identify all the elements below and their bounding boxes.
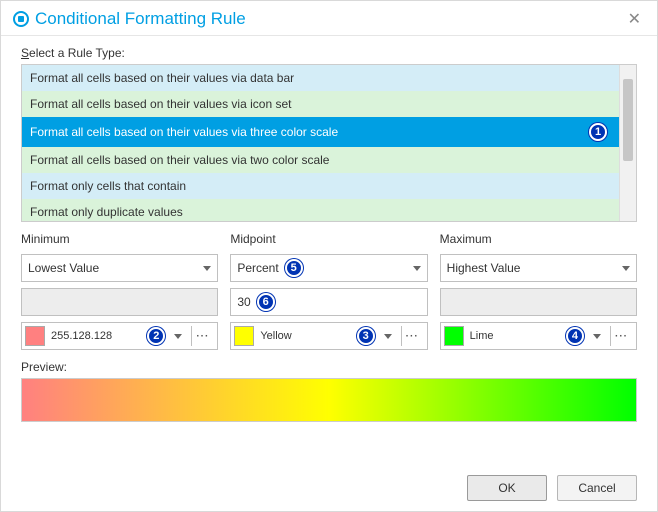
minimum-color-more[interactable]: ···: [191, 326, 213, 346]
rule-type-item[interactable]: Format only duplicate values: [22, 199, 619, 221]
callout-5: 5: [285, 259, 303, 277]
midpoint-color-more[interactable]: ···: [401, 326, 423, 346]
chevron-down-icon: [413, 266, 421, 271]
chevron-down-icon: [593, 334, 601, 339]
minimum-color-picker[interactable]: 255.128.128 2 ···: [21, 322, 218, 350]
ok-button[interactable]: OK: [467, 475, 547, 501]
rule-list-scrollbar[interactable]: [619, 65, 636, 221]
rule-type-list-container: Format all cells based on their values v…: [21, 64, 637, 222]
maximum-color-picker[interactable]: Lime 4 ···: [440, 322, 637, 350]
dialog-title: Conditional Formatting Rule: [35, 9, 624, 29]
preview-label: Preview:: [21, 360, 637, 374]
callout-3: 3: [357, 327, 375, 345]
rule-type-item-label: Format only duplicate values: [30, 205, 183, 219]
rule-type-item-label: Format all cells based on their values v…: [30, 97, 291, 111]
midpoint-color-name: Yellow: [260, 330, 350, 342]
maximum-color-swatch: [444, 326, 464, 346]
callout-4: 4: [566, 327, 584, 345]
dialog-footer: OK Cancel: [467, 475, 637, 501]
chevron-down-icon: [622, 266, 630, 271]
cancel-button[interactable]: Cancel: [557, 475, 637, 501]
rule-type-item[interactable]: Format all cells based on their values v…: [22, 147, 619, 173]
minimum-value-input: [21, 288, 218, 316]
minimum-type-combo[interactable]: Lowest Value: [21, 254, 218, 282]
scale-columns: Minimum Lowest Value 255.128.128 2 ··· M…: [21, 232, 637, 350]
midpoint-label: Midpoint: [230, 232, 427, 246]
rule-type-item[interactable]: Format all cells based on their values v…: [22, 117, 619, 147]
rule-type-label: Select a Rule Type:: [21, 46, 637, 60]
maximum-color-name: Lime: [470, 330, 560, 342]
rule-type-item-label: Format all cells based on their values v…: [30, 71, 294, 85]
rule-type-item[interactable]: Format all cells based on their values v…: [22, 65, 619, 91]
midpoint-type-value: Percent: [237, 261, 278, 275]
midpoint-value-text: 30: [237, 295, 250, 309]
midpoint-type-combo[interactable]: Percent 5: [230, 254, 427, 282]
maximum-label: Maximum: [440, 232, 637, 246]
rule-type-item-label: Format all cells based on their values v…: [30, 153, 329, 167]
minimum-type-value: Lowest Value: [28, 261, 99, 275]
midpoint-column: Midpoint Percent 5 30 6 Yellow 3 ···: [230, 232, 427, 350]
minimum-column: Minimum Lowest Value 255.128.128 2 ···: [21, 232, 218, 350]
midpoint-color-picker[interactable]: Yellow 3 ···: [230, 322, 427, 350]
dialog-body: Select a Rule Type: Format all cells bas…: [1, 36, 657, 434]
scrollbar-thumb[interactable]: [623, 79, 633, 161]
minimum-label: Minimum: [21, 232, 218, 246]
app-icon: [13, 11, 29, 27]
rule-type-label-text: elect a Rule Type:: [29, 46, 125, 60]
rule-type-item-label: Format all cells based on their values v…: [30, 125, 338, 139]
minimum-color-swatch: [25, 326, 45, 346]
rule-type-item[interactable]: Format only cells that contain: [22, 173, 619, 199]
chevron-down-icon: [384, 334, 392, 339]
maximum-column: Maximum Highest Value Lime 4 ···: [440, 232, 637, 350]
close-icon[interactable]: ✕: [624, 9, 645, 29]
gradient-preview: [21, 378, 637, 422]
rule-type-access: S: [21, 46, 29, 60]
maximum-type-combo[interactable]: Highest Value: [440, 254, 637, 282]
rule-type-item-label: Format only cells that contain: [30, 179, 186, 193]
chevron-down-icon: [203, 266, 211, 271]
midpoint-value-input[interactable]: 30 6: [230, 288, 427, 316]
callout-1: 1: [589, 123, 607, 141]
callout-6: 6: [257, 293, 275, 311]
rule-type-list[interactable]: Format all cells based on their values v…: [22, 65, 619, 221]
callout-2: 2: [147, 327, 165, 345]
maximum-type-value: Highest Value: [447, 261, 521, 275]
maximum-color-more[interactable]: ···: [610, 326, 632, 346]
chevron-down-icon: [174, 334, 182, 339]
dialog-header: Conditional Formatting Rule ✕: [1, 1, 657, 36]
rule-type-item[interactable]: Format all cells based on their values v…: [22, 91, 619, 117]
maximum-value-input: [440, 288, 637, 316]
midpoint-color-swatch: [234, 326, 254, 346]
minimum-color-name: 255.128.128: [51, 330, 141, 342]
